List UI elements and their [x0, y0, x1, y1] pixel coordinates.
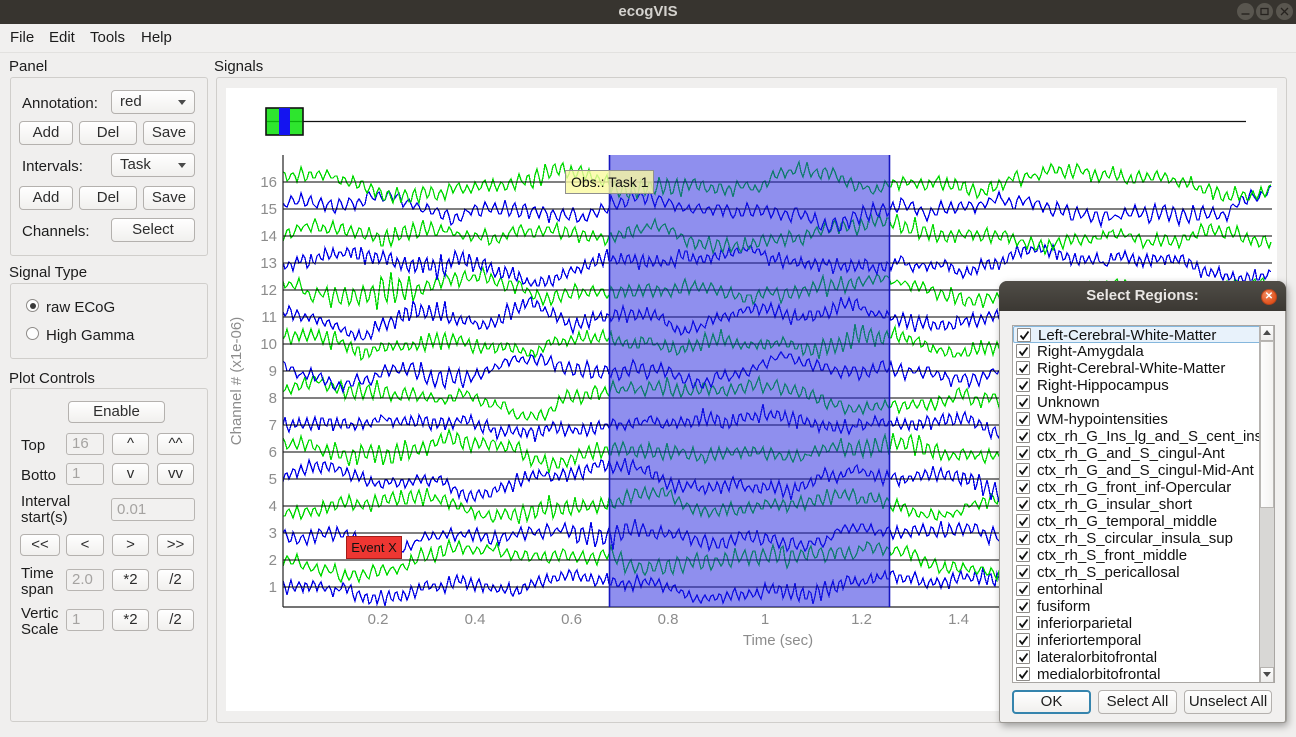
svg-text:1.2: 1.2	[851, 611, 872, 628]
svg-text:7: 7	[269, 417, 277, 434]
svg-text:8: 8	[269, 390, 277, 407]
svg-text:1: 1	[269, 579, 277, 596]
svg-text:10: 10	[260, 336, 277, 353]
svg-text:0.6: 0.6	[561, 611, 582, 628]
svg-text:Channel # (x1e-06): Channel # (x1e-06)	[228, 317, 245, 445]
svg-text:Time (sec): Time (sec)	[743, 632, 813, 649]
svg-text:0.4: 0.4	[465, 611, 486, 628]
svg-text:15: 15	[260, 201, 277, 218]
svg-text:6: 6	[269, 444, 277, 461]
svg-text:11: 11	[261, 309, 277, 326]
svg-text:1.4: 1.4	[948, 611, 969, 628]
svg-text:0.2: 0.2	[368, 611, 389, 628]
svg-text:14: 14	[260, 228, 277, 245]
svg-text:13: 13	[260, 255, 277, 272]
svg-text:2: 2	[269, 552, 277, 569]
svg-text:16: 16	[260, 174, 277, 191]
svg-text:4: 4	[269, 498, 277, 515]
svg-text:0.8: 0.8	[658, 611, 679, 628]
svg-text:1: 1	[761, 611, 769, 628]
svg-text:12: 12	[260, 282, 277, 299]
svg-text:3: 3	[269, 525, 277, 542]
svg-text:5: 5	[269, 471, 277, 488]
svg-text:9: 9	[269, 363, 277, 380]
